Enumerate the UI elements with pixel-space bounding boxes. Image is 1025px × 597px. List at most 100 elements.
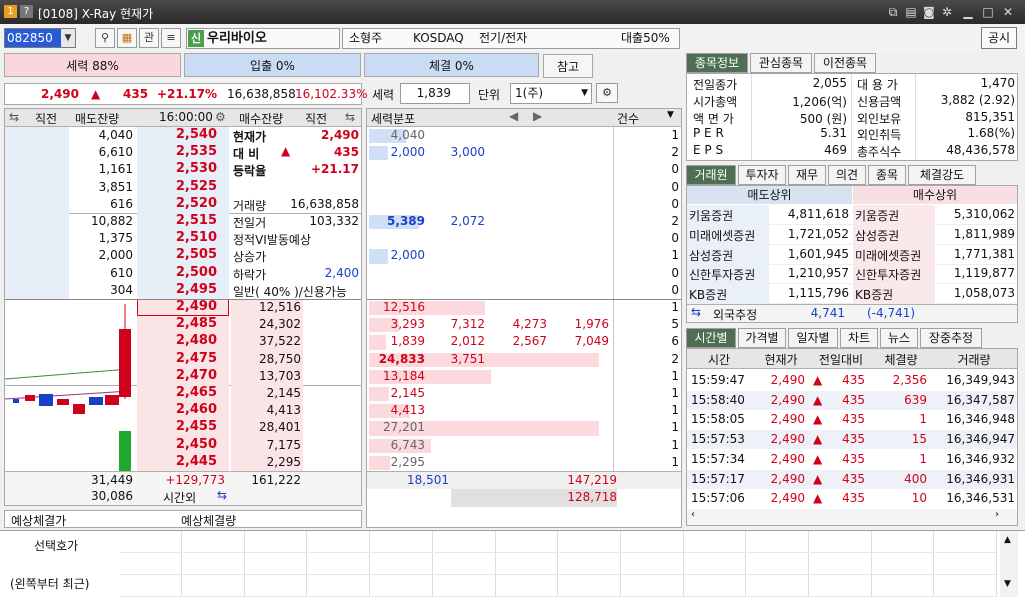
camera-icon[interactable]: ◙ [921, 4, 937, 20]
ask-row[interactable]: 10,882 2,515 전일거 103,332 [5, 213, 361, 231]
horizontal-scrollbar[interactable]: ‹ › [687, 509, 1017, 525]
tab-broker_tabs-1[interactable]: 투자자 [738, 165, 786, 185]
time-row[interactable]: 15:58:05 2,490 ▲ 435 1 16,346,948 [687, 410, 1017, 430]
broker-row[interactable]: 미래에셋증권 1,721,052 삼성증권 1,811,989 [687, 224, 1017, 245]
bid-price[interactable]: 2,485 [176, 316, 217, 331]
bid-price[interactable]: 2,475 [176, 351, 217, 366]
tab-broker_tabs-5[interactable]: 체결강도 [908, 165, 976, 185]
ask-price[interactable]: 2,500 [176, 265, 217, 280]
time-row[interactable]: 15:57:34 2,490 ▲ 435 1 16,346,932 [687, 449, 1017, 469]
chevron-down-icon[interactable]: ▼ [667, 110, 674, 120]
ask-price[interactable]: 2,535 [176, 144, 217, 159]
ask-row[interactable]: 4,040 2,540 현재가 2,490 [5, 127, 361, 145]
chevron-down-icon[interactable]: ▼ [61, 29, 75, 47]
ask-price[interactable]: 2,505 [176, 247, 217, 262]
ask-row[interactable]: 616 2,520 거래량 16,638,858 [5, 195, 361, 213]
broker-row[interactable]: KB증권 1,115,796 KB증권 1,058,073 [687, 284, 1017, 305]
tab-info_tabs-0[interactable]: 종목정보 [686, 53, 748, 73]
gear-icon[interactable]: ⚙ [215, 110, 226, 124]
window-number-icon[interactable]: 1 [4, 5, 17, 18]
ask-row[interactable]: 1,161 2,530 등락율 +21.17 [5, 161, 361, 179]
sell-broker-name[interactable]: 키움증권 [689, 207, 733, 224]
search-icon[interactable]: ⚲ [95, 28, 115, 48]
tab-broker_tabs-4[interactable]: 종목 [868, 165, 906, 185]
broker-row[interactable]: 신한투자증권 1,210,957 신한투자증권 1,119,877 [687, 264, 1017, 285]
stock-code-input[interactable]: 082850 ▼ [4, 28, 76, 48]
time-row[interactable]: 15:57:17 2,490 ▲ 435 400 16,346,931 [687, 469, 1017, 489]
unit-select[interactable]: 1(주) ▼ [510, 83, 592, 104]
bid-price[interactable]: 2,465 [176, 385, 217, 400]
scroll-right-icon[interactable]: › [995, 509, 999, 520]
ask-price[interactable]: 2,540 [176, 127, 217, 142]
arrow-left-icon[interactable]: ◀ [509, 109, 518, 123]
broker-row[interactable]: 키움증권 4,811,618 키움증권 5,310,062 [687, 205, 1017, 225]
ask-price[interactable]: 2,515 [176, 213, 217, 228]
force-input[interactable]: 1,839 [400, 83, 470, 104]
tab-time_tabs-4[interactable]: 뉴스 [880, 328, 918, 348]
arrow-right-icon[interactable]: ▶ [533, 109, 542, 123]
gwan-button[interactable]: 관 [139, 28, 159, 48]
tab-time_tabs-2[interactable]: 일자별 [788, 328, 838, 348]
tab-info_tabs-2[interactable]: 이전종목 [814, 53, 876, 73]
swap-icon[interactable]: ⇆ [345, 110, 355, 124]
vertical-scrollbar[interactable]: ▲ ▼ [1000, 531, 1018, 597]
sell-broker-name[interactable]: 신한투자증권 [689, 266, 755, 283]
scroll-down-icon[interactable]: ▼ [1004, 579, 1011, 589]
reference-button[interactable]: 참고 [543, 54, 593, 78]
print-icon[interactable]: ▤ [903, 4, 919, 20]
ask-price[interactable]: 2,520 [176, 196, 217, 211]
ask-row[interactable]: 2,000 2,505 상승가 [5, 247, 361, 265]
link-icon[interactable]: ⧉ [885, 4, 901, 20]
time-row[interactable]: 15:57:53 2,490 ▲ 435 15 16,346,947 [687, 430, 1017, 450]
tab-time_tabs-1[interactable]: 가격별 [738, 328, 786, 348]
sell-broker-name[interactable]: KB증권 [689, 286, 727, 303]
bid-price[interactable]: 2,470 [176, 368, 217, 383]
calendar-icon[interactable]: ▦ [117, 28, 137, 48]
minimize-icon[interactable]: ▁ [960, 4, 976, 20]
chevron-down-icon[interactable]: ▼ [581, 84, 588, 103]
bid-price[interactable]: 2,480 [176, 333, 217, 348]
bid-price[interactable]: 2,450 [176, 437, 217, 452]
buy-broker-name[interactable]: 신한투자증권 [855, 266, 921, 283]
bid-price[interactable]: 2,460 [176, 402, 217, 417]
ask-row[interactable]: 304 2,495 일반( 40% )/신용가능 [5, 281, 361, 299]
ask-price[interactable]: 2,525 [176, 179, 217, 194]
close-icon[interactable]: ✕ [1000, 4, 1016, 20]
bid-price[interactable]: 2,445 [176, 454, 217, 469]
buy-broker-name[interactable]: 미래에셋증권 [855, 247, 921, 264]
ask-price[interactable]: 2,495 [176, 282, 217, 297]
sell-broker-name[interactable]: 삼성증권 [689, 247, 733, 264]
help-icon[interactable]: ? [20, 5, 33, 18]
time-row[interactable]: 15:59:47 2,490 ▲ 435 2,356 16,349,943 [687, 371, 1017, 390]
maximize-icon[interactable]: □ [980, 4, 996, 20]
buy-broker-name[interactable]: 삼성증권 [855, 227, 899, 244]
swap-icon[interactable]: ⇆ [217, 488, 227, 502]
tab-broker_tabs-0[interactable]: 거래원 [686, 165, 736, 185]
disclosure-button[interactable]: 공시 [981, 27, 1017, 49]
tab-info_tabs-1[interactable]: 관심종목 [750, 53, 812, 73]
settings-icon[interactable]: ✲ [939, 4, 955, 20]
stack-icon[interactable]: ≡ [161, 28, 181, 48]
ask-row[interactable]: 6,610 2,535 대 비 ▲ 435 [5, 144, 361, 162]
time-row[interactable]: 15:57:06 2,490 ▲ 435 10 16,346,531 [687, 489, 1017, 509]
scroll-up-icon[interactable]: ▲ [1004, 535, 1011, 545]
tab-time_tabs-0[interactable]: 시간별 [686, 328, 736, 348]
tab-time_tabs-3[interactable]: 차트 [840, 328, 878, 348]
bid-price[interactable]: 2,490 [176, 299, 217, 314]
swap-icon[interactable]: ⇆ [9, 110, 19, 124]
ask-price[interactable]: 2,530 [176, 161, 217, 176]
settings-icon[interactable]: ⚙ [596, 83, 618, 103]
tab-time_tabs-5[interactable]: 장중추정 [920, 328, 982, 348]
swap-icon[interactable]: ⇆ [691, 305, 701, 319]
sell-broker-name[interactable]: 미래에셋증권 [689, 227, 755, 244]
scroll-left-icon[interactable]: ‹ [691, 509, 695, 520]
ask-row[interactable]: 610 2,500 하락가 2,400 [5, 264, 361, 282]
ask-price[interactable]: 2,510 [176, 230, 217, 245]
bid-price[interactable]: 2,455 [176, 419, 217, 434]
ask-row[interactable]: 3,851 2,525 [5, 178, 361, 196]
broker-row[interactable]: 삼성증권 1,601,945 미래에셋증권 1,771,381 [687, 244, 1017, 265]
tab-broker_tabs-3[interactable]: 의견 [828, 165, 866, 185]
buy-broker-name[interactable]: KB증권 [855, 286, 893, 303]
buy-broker-name[interactable]: 키움증권 [855, 207, 899, 224]
ask-row[interactable]: 1,375 2,510 정적VI발동예상 [5, 230, 361, 248]
